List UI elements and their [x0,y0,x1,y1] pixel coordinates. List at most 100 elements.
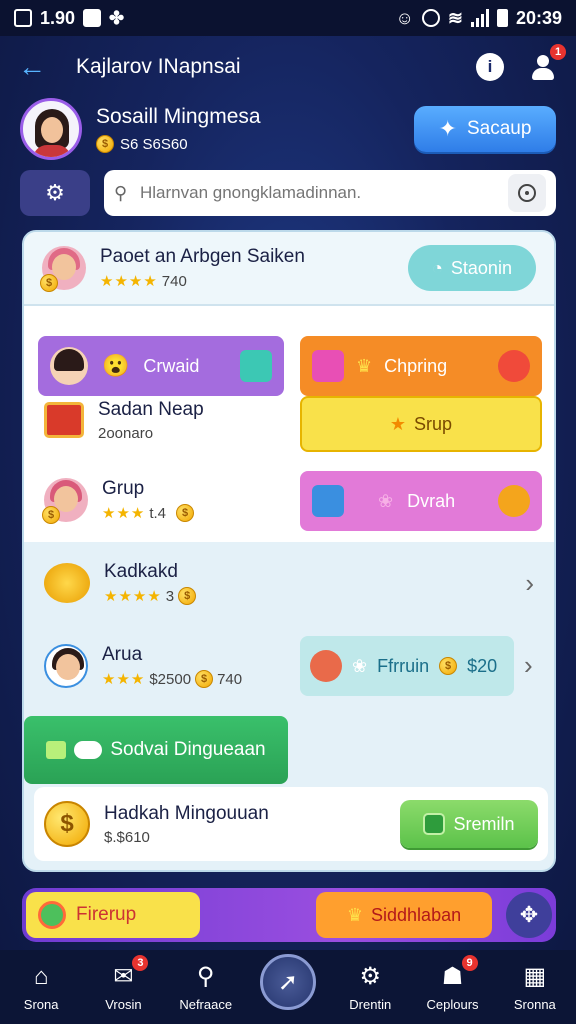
income-sub: $.$610 [104,828,150,846]
status-bar: 1.90 ✤ ☺ ≋ 20:39 [0,0,576,36]
info-button[interactable]: i [476,53,504,81]
siddhlaban-button[interactable]: ♛ Siddhlaban [316,892,492,938]
chevron-right-icon: › [525,567,534,598]
list-item-title: Kadkakd [104,561,178,582]
character-icon [50,347,88,385]
profile-header: Sosaill Mingmesa $ S6 S6S60 ✦ Sacaup [20,98,556,160]
tile-ffrrun-label: Ffrruin [377,655,430,676]
tile-ffrrun[interactable]: ❀ Ffrruin $ $20 [300,636,514,696]
status-time-left: 1.90 [40,7,76,28]
claim-icon [423,813,446,835]
claim-button[interactable]: Sremiln [400,800,538,848]
character-icon-hair [54,349,84,371]
profile-button[interactable]: 1 [528,44,566,82]
notification-icon [83,9,102,27]
emoji-icon: 😮 [102,353,130,378]
puzzle-button[interactable]: ✥ [506,892,552,938]
search-icon: ⚲ [114,182,128,203]
nav-label: Nefraace [179,996,233,1012]
rating-stars: ★★★ [102,505,146,522]
list-item-title: Arua [102,644,143,665]
featured-title: Paoet an Arbgen Saiken [100,246,305,267]
income-title: Hadkah Mingouuan [104,802,269,824]
character-avatar: $ [42,478,88,524]
gear-icon: ⚙ [359,963,382,990]
crown-icon: ♛ [356,355,373,376]
coin-icon: $ [42,506,60,524]
sandbox-button-label: Sodvai Dingueaan [110,739,266,760]
sparkle-icon: ✦ [438,116,457,141]
gift-box-icon [312,350,344,382]
puzzle-icon: ✥ [519,902,539,927]
crown-icon: ♛ [346,904,364,925]
nav-item-search[interactable]: ⚲ Nefraace [169,963,243,1012]
nav-item-settings[interactable]: ⚙ Drentin [333,963,407,1012]
status-time-right: 20:39 [515,7,562,28]
nav-label: Vrosin [105,996,142,1012]
chest-icon [44,402,84,438]
list-item-sub: 3 [165,587,175,605]
drop-icon: ◔ [432,257,443,278]
coin-icon: $ [439,657,458,675]
nav-label: Srona [23,996,59,1012]
search-bar: ⚲ [104,170,556,216]
list-item-title: Sadan Neap [98,398,204,420]
claim-button-label: Sremiln [453,813,515,834]
character-avatar: $ [40,246,86,292]
character-face [56,654,80,680]
coin-icon: $ [44,801,90,847]
mascot-icon [498,350,530,382]
compass-icon: ➚ [259,954,316,1010]
sandbox-button[interactable]: Sodvai Dingueaan [24,716,288,784]
mail-icon: ✉ [113,963,134,990]
setup-button[interactable]: ✦ Sacaup [414,106,556,152]
gear-icon: ⚙ [45,180,65,205]
wifi-icon: ≋ [447,7,463,28]
nav-item-grid[interactable]: ▦ Sronna [498,963,572,1012]
featured-rating: 740 [161,272,187,290]
search-input[interactable] [140,183,508,203]
notification-badge: 1 [550,44,566,60]
siddhlaban-button-label: Siddhlaban [371,904,462,925]
nav-item-mail[interactable]: ✉ 3 Vrosin [86,954,160,1012]
target-icon [518,184,536,202]
featured-row[interactable]: $ Paoet an Arbgen Saiken ★★★★ 740 ◔ Staon… [24,232,554,306]
back-arrow-icon[interactable]: ← [18,51,54,83]
start-button[interactable]: ◔ Staonin [408,245,536,291]
rating-stars: ★★★ [102,671,146,688]
nav-item-compass[interactable]: ➚ [251,954,325,1010]
list-item-title: Grup [102,478,145,499]
character-icon [310,650,342,682]
rating-stars: ★★★★ [104,588,162,605]
main-panel: $ Paoet an Arbgen Saiken ★★★★ 740 ◔ Staon… [22,230,556,872]
page-title: Kajlarov INapnsai [76,55,241,78]
app-bar: ← Kajlarov INapnsai i 1 [0,36,576,98]
scan-button[interactable] [508,174,546,212]
nav-item-people[interactable]: ☗ 9 Ceplours [416,954,490,1012]
gift-icon [46,741,67,759]
avatar[interactable] [20,98,82,160]
paw-icon: ❀ [352,655,368,676]
firerup-button[interactable]: Firerup [26,892,200,938]
nav-item-home[interactable]: ⌂ Srona [4,963,78,1012]
tile-chpring-label: Chpring [384,355,448,376]
list-item[interactable]: Sadan Neap 2oonaro [24,382,554,458]
list-item[interactable]: Kadkakd ★★★★ 3 $ › [24,544,554,622]
setup-button-label: Sacaup [466,118,532,139]
grid-icon: ▦ [523,963,547,990]
profile-name: Sosaill Mingmesa [96,105,261,128]
coin-icon: $ [40,274,58,292]
nav-badge: 3 [132,954,149,971]
coin-stack-icon: $ [176,504,195,522]
action-strip: Firerup ♛ Siddhlaban ✥ [22,888,556,942]
avatar-shirt [33,145,71,157]
list-item[interactable]: $ Grup ★★★ t.4 $ [24,462,554,538]
nav-badge: 9 [461,954,478,971]
income-card: $ Hadkah Mingouuan $.$610 Sremiln [34,787,548,861]
list-item-sub: 2oonaro [98,424,154,442]
person-icon [537,55,549,67]
list-item-sub: $2500 [149,670,192,688]
app-notification-icon: ☺ [395,7,414,28]
settings-button[interactable]: ⚙ [20,170,90,216]
coin-balance: S6 S6S60 [120,135,188,153]
